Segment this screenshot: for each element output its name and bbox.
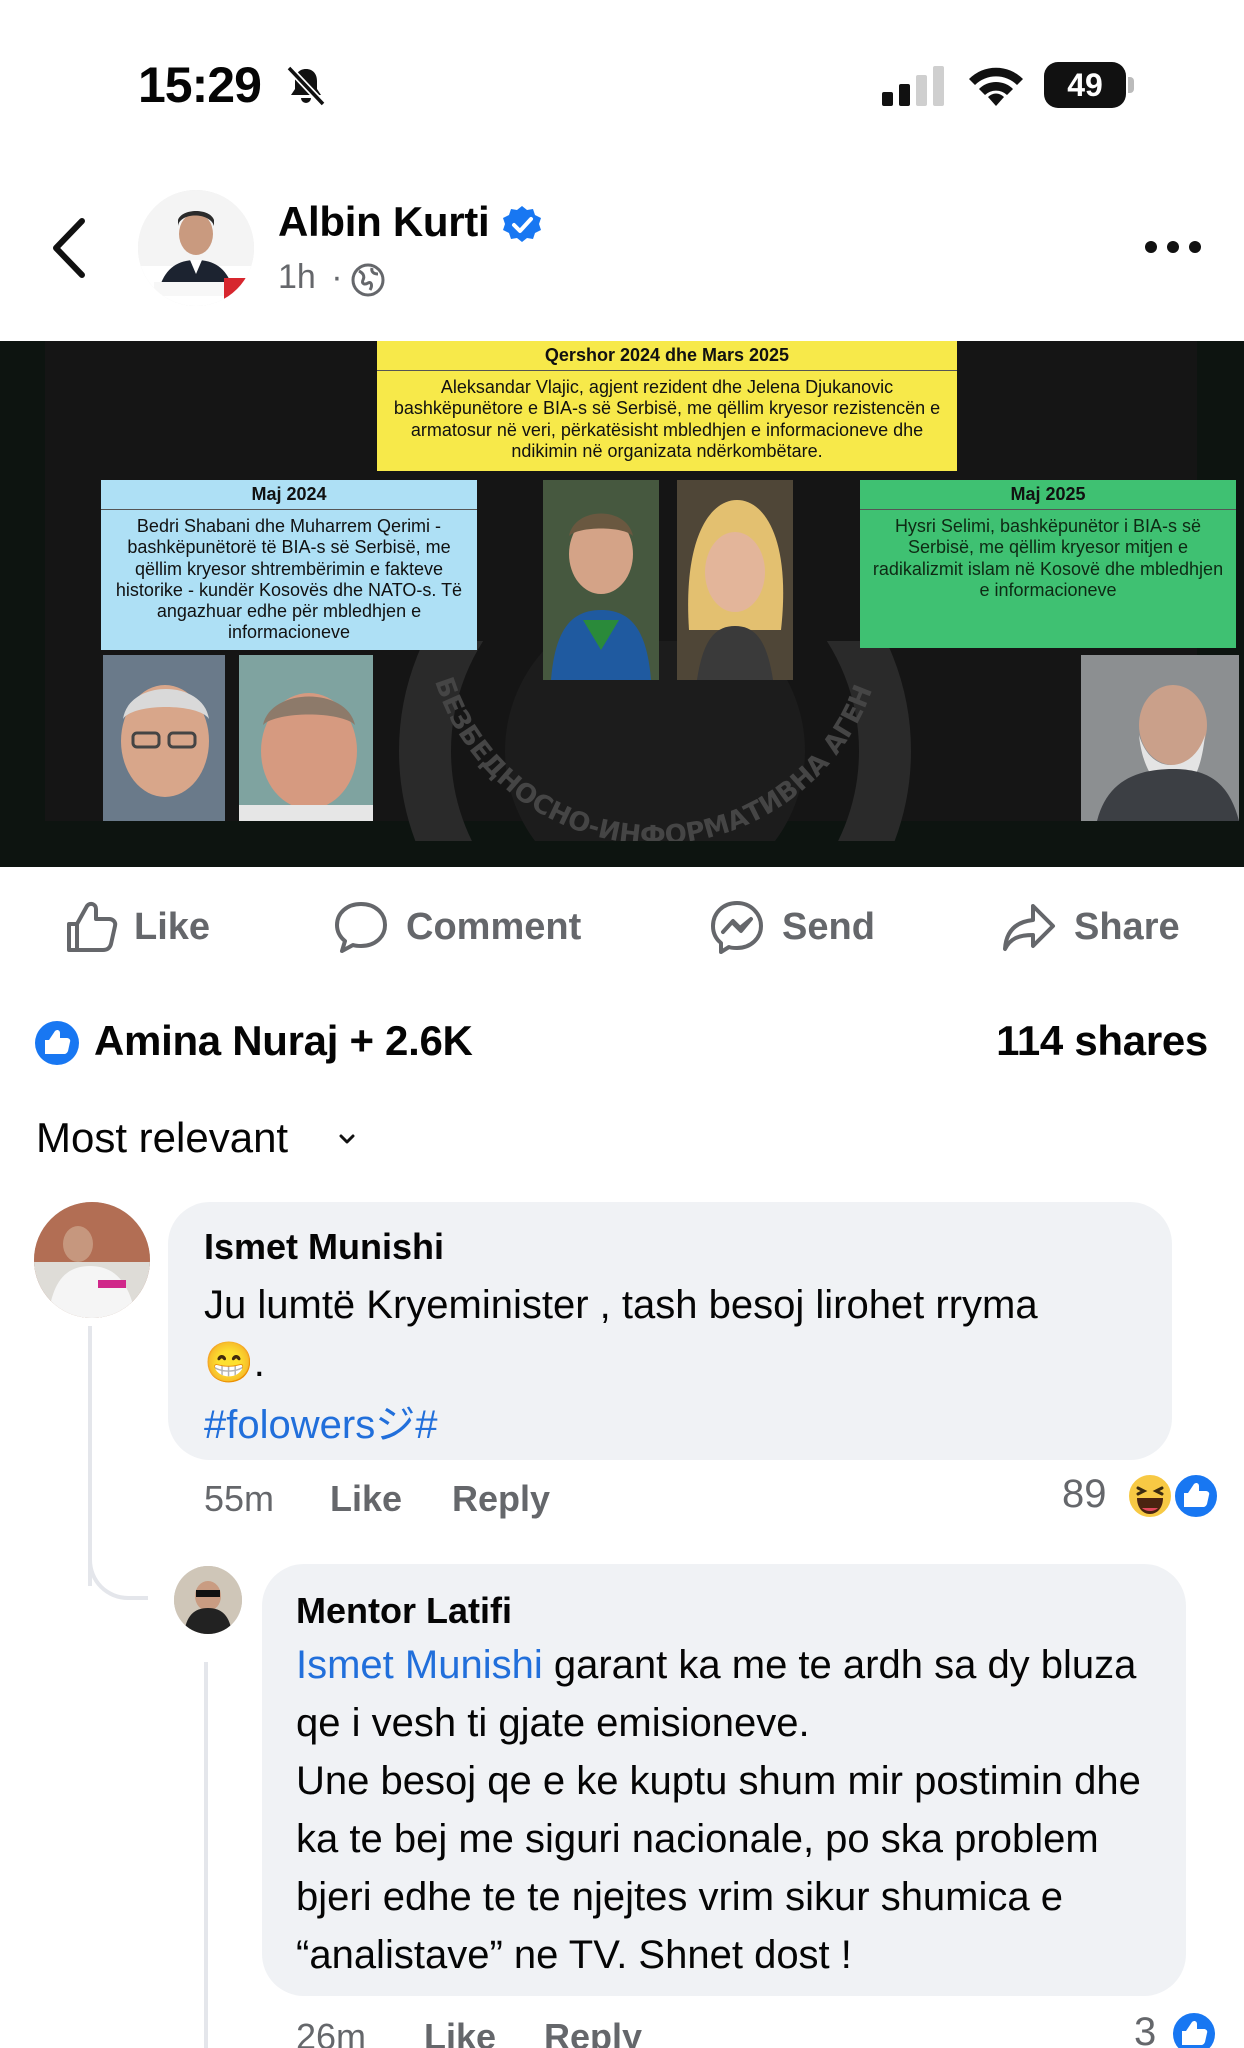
thread-line — [204, 1662, 208, 2048]
signal-icon — [882, 66, 944, 106]
share-label: Share — [1074, 905, 1180, 948]
battery-icon: 49 — [1044, 62, 1134, 108]
infographic-blue-box: Maj 2024 Bedri Shabani dhe Muharrem Qeri… — [101, 480, 477, 650]
comment-text-line: Ju lumtë Kryeminister , tash besoj liroh… — [204, 1283, 1038, 1327]
commenter-name[interactable]: Ismet Munishi — [204, 1226, 444, 1268]
meta-separator: · — [331, 258, 343, 296]
like-reaction-icon — [1173, 1473, 1219, 1519]
chevron-down-icon[interactable] — [336, 1128, 358, 1150]
commenter-name[interactable]: Mentor Latifi — [296, 1590, 512, 1632]
post-author-name[interactable]: Albin Kurti — [278, 198, 490, 246]
comment-bubble-icon — [335, 902, 387, 953]
comment-reply-button[interactable]: Reply — [452, 1478, 550, 1520]
yellow-box-header: Qershor 2024 dhe Mars 2025 — [377, 341, 957, 372]
thread-connector — [88, 1530, 148, 1600]
mention-link[interactable]: Ismet Munishi — [296, 1643, 543, 1687]
portrait-photo — [239, 655, 373, 821]
infographic-panel: БЕЗБЕДНОСНО-ИНФОРМАТИВНА АГЕНЦИЈА Qersho… — [45, 341, 1239, 841]
back-arrow-icon[interactable] — [46, 215, 92, 281]
bell-muted-icon — [286, 65, 326, 107]
send-label: Send — [782, 905, 875, 948]
comment-time: 55m — [204, 1478, 275, 1519]
send-button[interactable]: Send — [708, 895, 875, 959]
portrait-photo — [103, 655, 225, 821]
wifi-icon — [969, 67, 1023, 106]
share-arrow-icon — [1003, 904, 1055, 951]
blue-box-body: Bedri Shabani dhe Muharrem Qerimi - bash… — [115, 516, 463, 643]
infographic-green-box: Maj 2025 Hysri Selimi, bashkëpunëtor i B… — [860, 480, 1236, 648]
comment-label: Comment — [406, 905, 582, 948]
shares-count[interactable]: 114 shares — [996, 1017, 1208, 1065]
portrait-photo — [543, 480, 659, 680]
commenter-avatar[interactable] — [34, 1202, 150, 1318]
green-box-header: Maj 2025 — [860, 480, 1236, 511]
comment-like-button[interactable]: Like — [424, 2016, 496, 2048]
green-box-body: Hysri Selimi, bashkëpunëtor i BIA-s së S… — [872, 516, 1224, 600]
like-label: Like — [134, 905, 211, 948]
comment-reaction-count[interactable]: 3 — [1134, 2010, 1156, 2048]
comment-like-button[interactable]: Like — [330, 1478, 402, 1520]
comment-sort-dropdown[interactable]: Most relevant — [36, 1114, 288, 1162]
comment-reaction-count[interactable]: 89 — [1062, 1472, 1107, 1517]
more-options-icon[interactable] — [1144, 240, 1202, 254]
battery-level: 49 — [1044, 62, 1126, 108]
portrait-photo — [1081, 655, 1239, 821]
like-reaction-icon[interactable] — [34, 1020, 80, 1066]
comment-text-line: Ismet Munishi garant ka me te ardh sa dy… — [296, 1636, 1176, 1752]
like-button[interactable]: Like — [60, 895, 210, 959]
comment-text-line: 😁. — [204, 1341, 265, 1385]
like-reaction-icon — [1171, 2011, 1217, 2048]
comment-text-line: Une besoj qe e ke kuptu shum mir postimi… — [296, 1759, 1141, 1977]
commenter-avatar[interactable] — [174, 1566, 242, 1634]
reactors-summary[interactable]: Amina Nuraj + 2.6K — [94, 1017, 473, 1065]
comment-time: 26m — [296, 2016, 367, 2048]
infographic-yellow-box: Qershor 2024 dhe Mars 2025 Aleksandar Vl… — [377, 341, 957, 471]
post-time: 1h — [278, 258, 316, 296]
portrait-photo — [677, 480, 793, 680]
comment-text: Ju lumtë Kryeminister , tash besoj liroh… — [204, 1276, 1154, 1392]
verified-badge-icon — [503, 206, 541, 242]
share-button[interactable]: Share — [1000, 895, 1180, 959]
hashtag-link[interactable]: #folowersジ# — [204, 1392, 437, 1450]
globe-icon — [351, 263, 385, 297]
messenger-icon — [711, 901, 763, 954]
laugh-reaction-icon — [1127, 1473, 1173, 1519]
blue-box-header: Maj 2024 — [101, 480, 477, 511]
status-time: 15:29 — [138, 57, 262, 113]
thumbs-up-icon — [67, 901, 118, 952]
post-meta: 1h · — [278, 258, 343, 297]
post-image[interactable]: БЕЗБЕДНОСНО-ИНФОРМАТИВНА АГЕНЦИЈА Qersho… — [0, 341, 1244, 867]
comment-button[interactable]: Comment — [332, 895, 581, 959]
comment-reply-button[interactable]: Reply — [544, 2016, 642, 2048]
yellow-box-body: Aleksandar Vlajic, agjent rezident dhe J… — [393, 377, 941, 461]
author-avatar[interactable] — [138, 190, 254, 306]
comment-text: Ismet Munishi garant ka me te ardh sa dy… — [296, 1636, 1176, 1984]
